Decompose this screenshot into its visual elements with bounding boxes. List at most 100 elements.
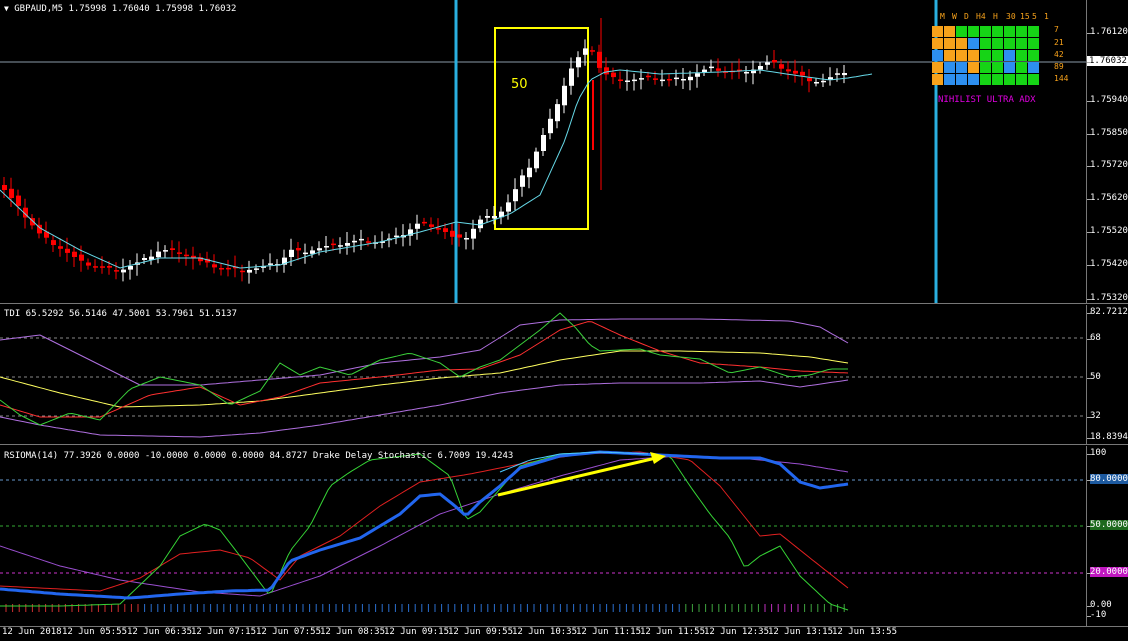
candle-body [632,79,637,82]
candle-body [611,72,616,78]
candle-body [807,78,812,82]
candle-body [51,240,56,245]
adx-cell [980,38,991,49]
candle-body [142,258,147,260]
axis-tick [1087,134,1091,135]
candle-body [16,195,21,206]
adx-cell [1004,50,1015,61]
adx-period-label: 89 [1054,62,1064,71]
price-tick-label: 1.75620 [1090,193,1128,203]
axis-tick [1087,199,1091,200]
axis-tick [1087,62,1091,63]
axis-tick [1087,606,1091,607]
tdi-pane[interactable]: TDI 65.5292 56.5146 47.5001 53.7961 51.5… [0,305,1086,444]
adx-cell [932,50,943,61]
adx-cell [1028,26,1039,37]
candle-body [660,79,665,82]
adx-cell [968,26,979,37]
adx-cell [980,74,991,85]
adx-cell [992,50,1003,61]
rsioma-canvas[interactable] [0,446,1086,626]
candle-body [548,118,553,134]
pane-separator[interactable] [0,303,1128,304]
time-axis-label: 12 Jun 07:15 [191,627,257,637]
candle-body [303,252,308,255]
adx-timeframe-label: M [940,12,945,21]
adx-cell [968,38,979,49]
adx-cell [1004,26,1015,37]
tdi-axis-label: 18.8394 [1090,432,1128,442]
candle-body [240,270,245,273]
candle-body [464,238,469,240]
candle-body [793,70,798,74]
rsioma-pane[interactable]: RSIOMA(14) 77.3926 0.0000 -10.0000 0.000… [0,446,1086,626]
adx-cell [944,26,955,37]
tdi-canvas[interactable] [0,305,1086,444]
tdi-axis-label: 82.7212 [1090,307,1128,317]
candle-body [835,73,840,75]
highlight-box [494,27,589,230]
adx-cell [1016,38,1027,49]
candle-body [842,73,847,76]
rsioma-axis-label: 100 [1090,448,1107,458]
time-axis-label: 12 Jun 08:35 [320,627,386,637]
candle-body [156,251,161,258]
candle-body [443,228,448,232]
candle-body [471,228,476,239]
candle-body [345,243,350,246]
price-chart-canvas[interactable] [0,0,1086,303]
candle-body [520,175,525,187]
pane-separator[interactable] [0,444,1128,445]
candle-body [555,104,560,122]
candle-body [212,264,217,268]
adx-cell [1028,38,1039,49]
candle-body [359,238,364,241]
candle-body [324,246,329,248]
stochastic-line [0,451,849,611]
candle-body [527,167,532,178]
tdi-axis-label: 50 [1090,372,1101,382]
candle-body [226,267,231,270]
candle-body [772,60,777,63]
rsioma-level-tag: 80.0000 [1090,474,1128,484]
rsioma-axis-label: 0.00 [1090,600,1112,610]
price-tick-label: 1.75940 [1090,95,1128,105]
adx-period-label: 21 [1054,38,1064,47]
time-axis-label: 12 Jun 12:35 [704,627,770,637]
candle-body [569,68,574,86]
axis-tick [1087,480,1091,481]
title-dropdown-icon[interactable]: ▼ [4,4,9,13]
time-axis-label: 12 Jun 05:55 [62,627,128,637]
rsioma-axis [1086,446,1128,626]
adx-timeframe-label: 5 [1032,12,1037,21]
adx-cell [1028,50,1039,61]
candle-body [485,216,490,218]
candle-body [72,251,77,257]
candle-body [674,77,679,80]
candle-body [184,254,189,257]
candle-body [597,51,602,68]
candle-body [800,71,805,76]
candle-body [429,224,434,227]
price-tick-label: 1.75420 [1090,259,1128,269]
candle-body [681,79,686,81]
candle-body [513,189,518,202]
adx-cell [992,74,1003,85]
price-axis [1086,0,1128,303]
rsioma-axis-label: -10 [1090,610,1107,620]
rsioma-header: RSIOMA(14) 77.3926 0.0000 -10.0000 0.000… [4,451,514,461]
axis-tick [1087,454,1091,455]
axis-tick [1087,313,1091,314]
adx-period-label: 7 [1054,25,1059,34]
candle-body [821,80,826,83]
adx-panel: M W D H4 H 30 15 5 1 7 21 42 89 144 NIHILIST ULTRA A… [932,12,1072,110]
price-chart-pane[interactable]: ▼ GBPAUD,M5 1.75998 1.76040 1.75998 1.76… [0,0,1086,303]
adx-cell [1004,38,1015,49]
candle-body [310,250,315,254]
time-axis-label: 12 Jun 09:55 [448,627,514,637]
adx-cell [932,62,943,73]
price-tick-label: 1.75320 [1090,293,1128,303]
adx-cell [1016,74,1027,85]
candle-body [576,57,581,68]
price-tick-label: 1.75520 [1090,226,1128,236]
